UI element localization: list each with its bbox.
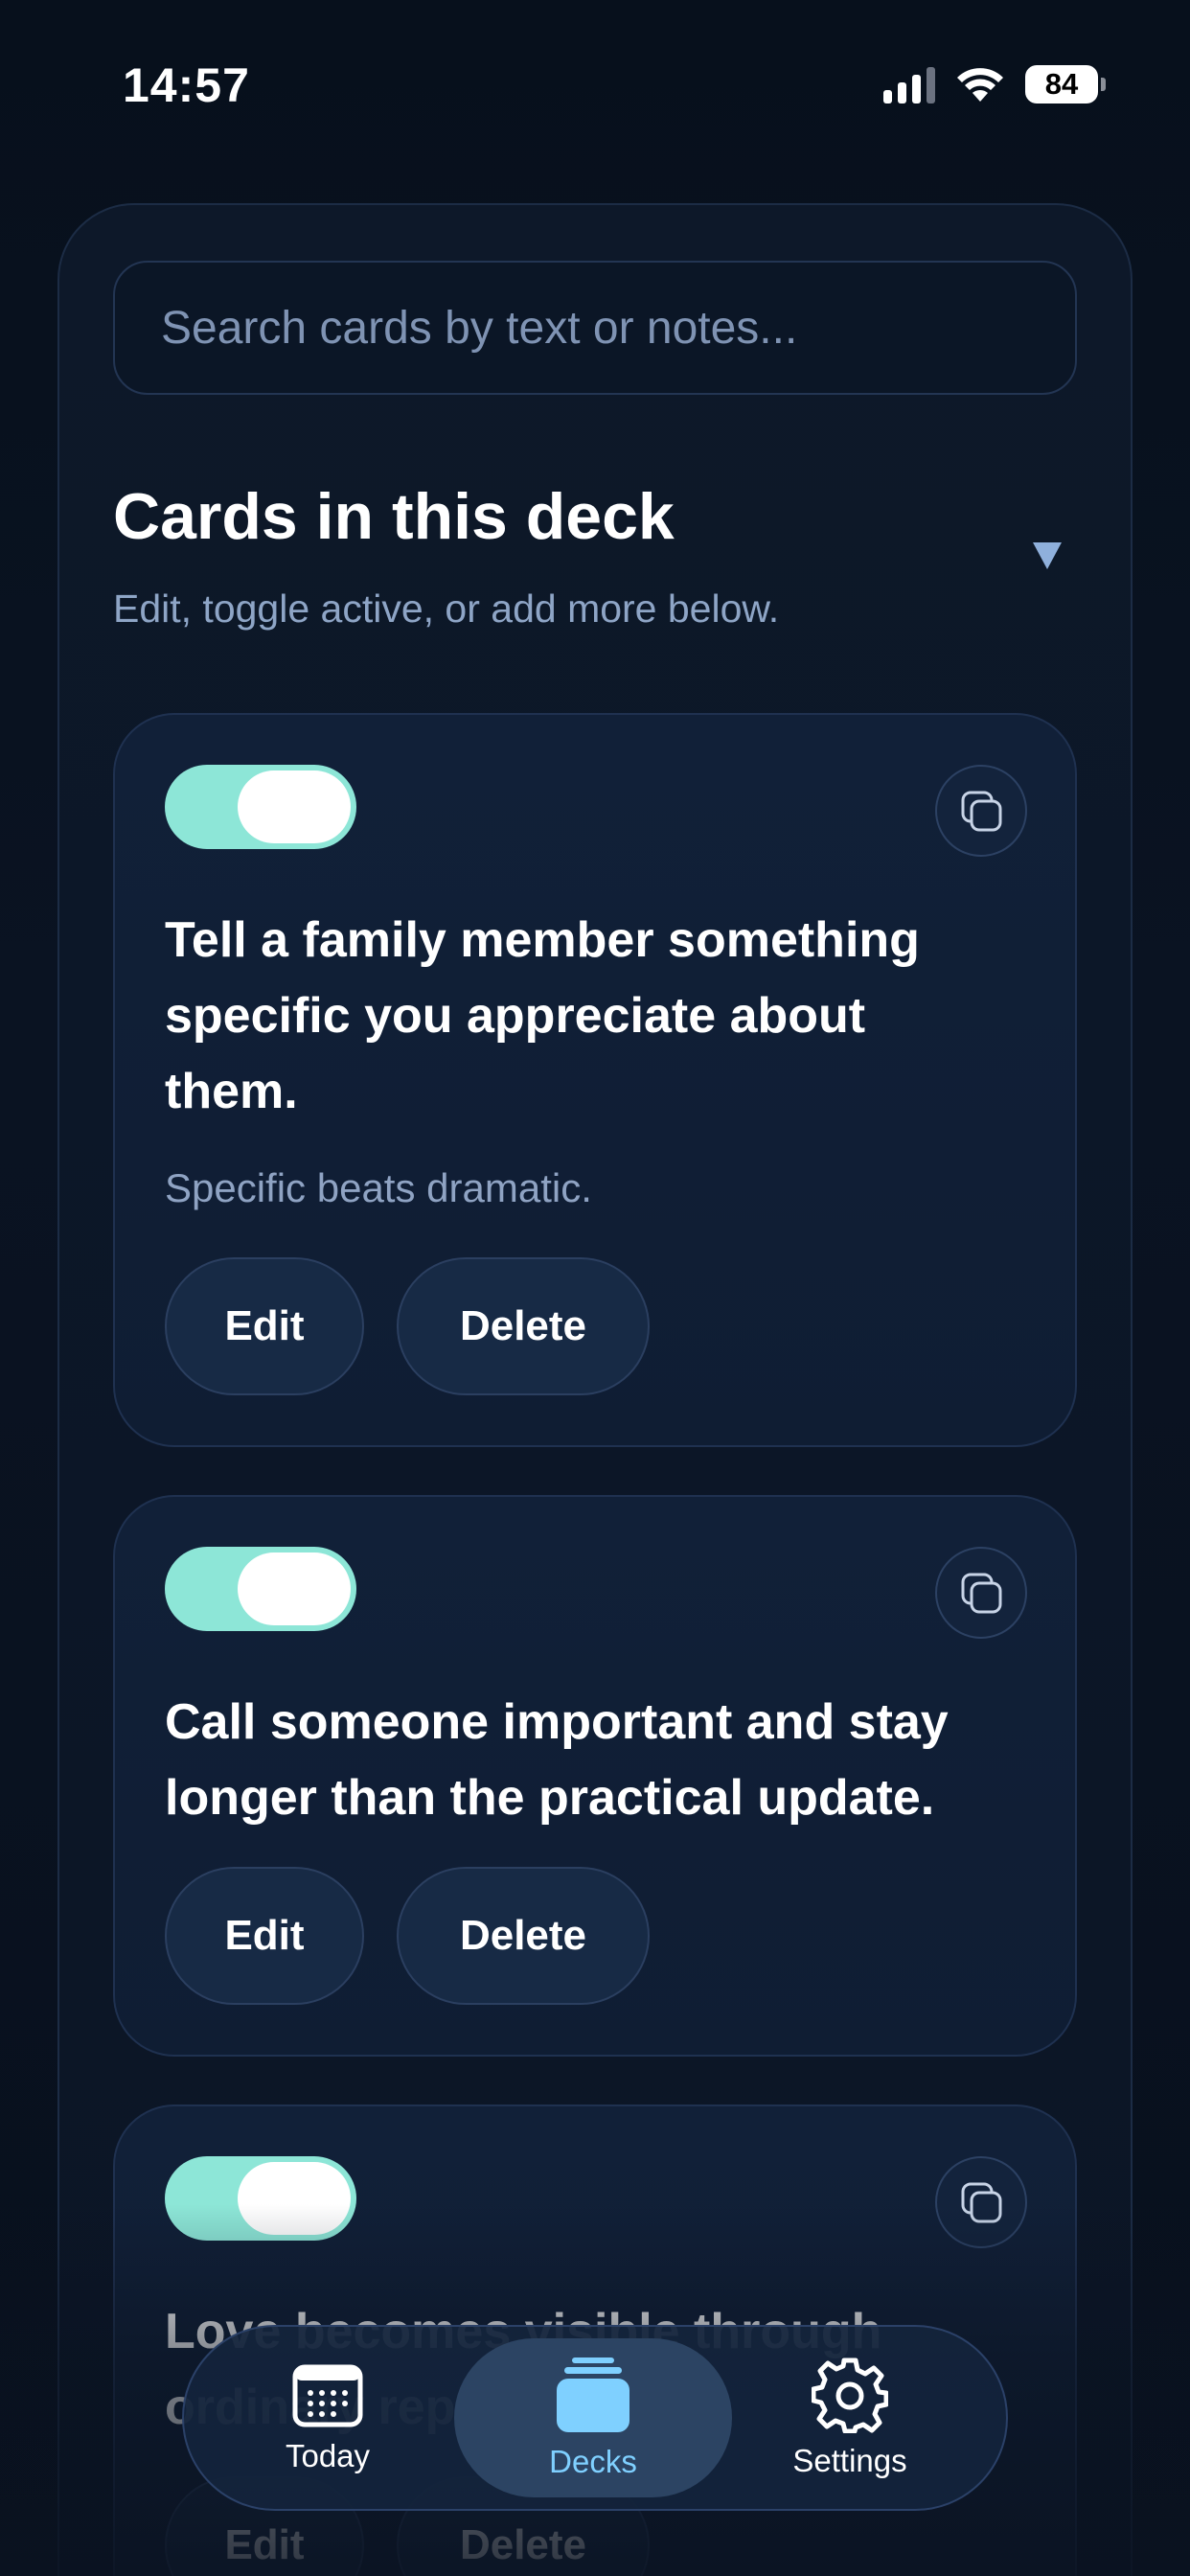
section-title: Cards in this deck <box>113 480 675 553</box>
cellular-signal-icon <box>883 65 935 104</box>
battery-level: 84 <box>1044 67 1079 101</box>
card-actions: Edit Delete <box>165 1867 650 2005</box>
card-note: Specific beats dramatic. <box>165 1165 592 1210</box>
duplicate-card-button[interactable] <box>935 2156 1027 2248</box>
wifi-icon <box>957 68 1003 102</box>
tab-settings[interactable]: Settings <box>730 2338 970 2497</box>
status-bar: 14:57 84 <box>0 0 1190 172</box>
tab-bar: Today Decks Settings <box>182 2325 1008 2511</box>
decks-icon <box>557 2358 629 2432</box>
screen: 14:57 84 Cards in this deck Edit, toggle… <box>0 0 1190 2576</box>
duplicate-icon <box>961 791 1002 832</box>
duplicate-icon <box>961 2182 1002 2223</box>
status-time: 14:57 <box>123 58 250 112</box>
section-subtitle: Edit, toggle active, or add more below. <box>113 586 780 631</box>
delete-button[interactable]: Delete <box>397 1257 650 1395</box>
tab-decks[interactable]: Decks <box>454 2338 732 2497</box>
duplicate-card-button[interactable] <box>935 1547 1027 1639</box>
card-item: Call someone important and stay longer t… <box>113 1495 1077 2057</box>
delete-button[interactable]: Delete <box>397 1867 650 2005</box>
duplicate-card-button[interactable] <box>935 765 1027 857</box>
tab-today[interactable]: Today <box>222 2338 433 2497</box>
duplicate-icon <box>961 1573 1002 1614</box>
card-active-toggle[interactable] <box>165 765 356 849</box>
search-input[interactable] <box>159 300 1031 356</box>
card-item: Tell a family member something specific … <box>113 713 1077 1447</box>
tab-label-settings: Settings <box>792 2443 907 2478</box>
battery-icon: 84 <box>1025 65 1106 104</box>
edit-button[interactable]: Edit <box>165 1257 364 1395</box>
card-active-toggle[interactable] <box>165 2156 356 2241</box>
card-active-toggle[interactable] <box>165 1547 356 1631</box>
status-indicators: 84 <box>883 65 1106 104</box>
edit-button[interactable]: Edit <box>165 1867 364 2005</box>
card-text: Tell a family member something specific … <box>165 912 920 1119</box>
gear-icon <box>812 2358 888 2433</box>
calendar-icon <box>292 2364 363 2427</box>
tab-label-decks: Decks <box>549 2444 637 2479</box>
search-field[interactable] <box>113 261 1077 395</box>
card-actions: Edit Delete <box>165 1257 650 1395</box>
collapse-triangle-icon[interactable] <box>1033 542 1062 569</box>
card-text: Call someone important and stay longer t… <box>165 1694 949 1826</box>
tab-label-today: Today <box>285 2438 371 2473</box>
